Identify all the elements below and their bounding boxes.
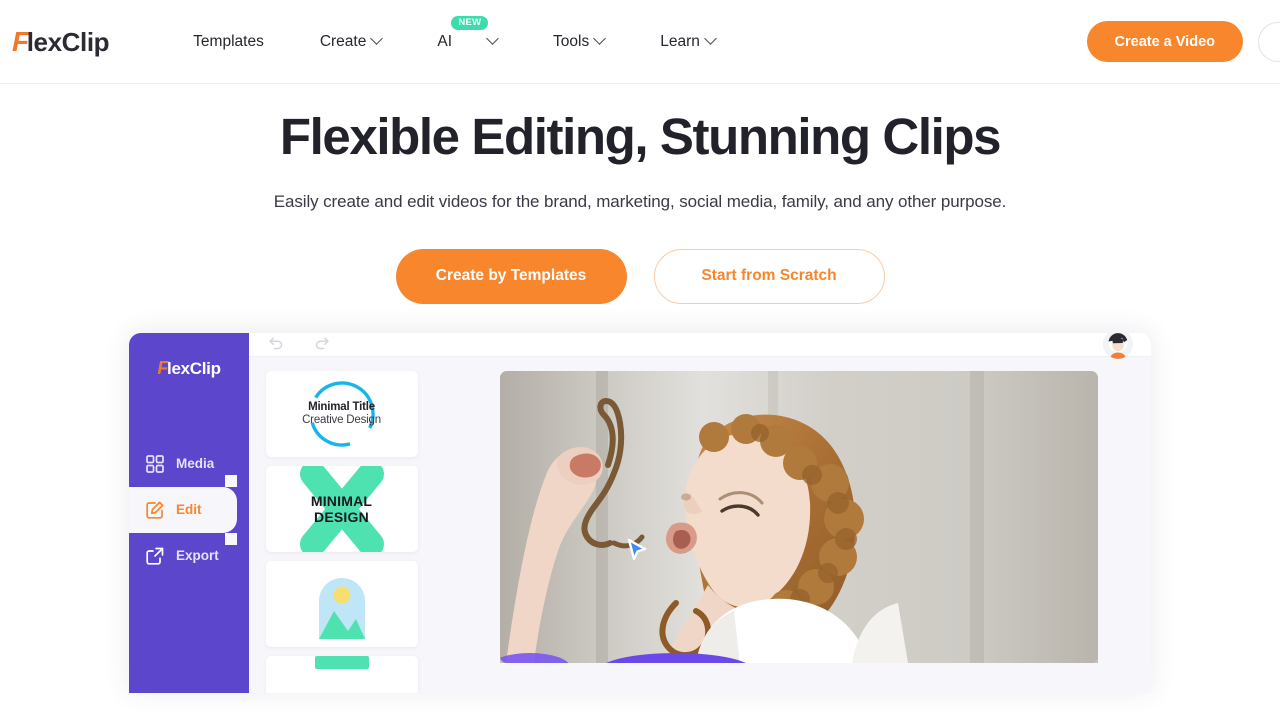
- nav-label: Tools: [553, 32, 590, 50]
- sidebar-item-edit[interactable]: Edit: [129, 474, 237, 545]
- account-avatar[interactable]: [1258, 21, 1280, 62]
- editor-toolbar: [249, 332, 1151, 360]
- new-badge: NEW: [451, 15, 489, 30]
- sidebar-item-export[interactable]: Export: [129, 533, 249, 579]
- template-thumbnail[interactable]: [265, 655, 418, 693]
- logo-wordmark: lexClip: [26, 26, 110, 57]
- page-title: Flexible Editing, Stunning Clips: [279, 108, 1002, 165]
- redo-icon[interactable]: [313, 333, 331, 356]
- editor-logo: F lexClip: [129, 358, 249, 379]
- template-title-line1: MINIMAL: [310, 492, 373, 509]
- editor-user-avatar[interactable]: [1103, 332, 1133, 360]
- nav-label: AI: [437, 32, 453, 50]
- sidebar-item-label: Export: [176, 548, 219, 564]
- editor-sidebar: F lexClip Media Edit Export: [129, 332, 249, 693]
- undo-icon[interactable]: [267, 333, 285, 356]
- nav-item-create[interactable]: Create: [292, 23, 410, 61]
- pencil-square-icon: [145, 500, 165, 520]
- video-preview-frame: [499, 370, 1098, 663]
- hero-section: Flexible Editing, Stunning Clips Easily …: [0, 84, 1280, 304]
- chevron-down-icon: [486, 32, 499, 45]
- nav-label: Templates: [193, 32, 264, 50]
- nav-item-tools[interactable]: Tools: [525, 23, 632, 61]
- main-navigation: Templates Create AI NEW Tools Learn: [165, 15, 743, 61]
- start-from-scratch-button[interactable]: Start from Scratch: [653, 248, 885, 304]
- template-title-line2: DESIGN: [314, 508, 369, 525]
- pointer-cursor: [627, 538, 646, 560]
- chevron-down-icon: [370, 32, 384, 45]
- nav-item-templates[interactable]: Templates: [165, 23, 292, 61]
- nav-label: Create: [319, 32, 367, 50]
- template-list: Minimal Title Creative Design MINIMAL DE…: [249, 370, 434, 693]
- export-icon: [145, 546, 165, 566]
- editor-sidebar-nav: Media Edit Export: [129, 441, 249, 579]
- editor-logo-wordmark: lexClip: [167, 358, 221, 378]
- template-title-line2: Creative Design: [302, 414, 381, 427]
- nav-item-ai[interactable]: AI NEW: [409, 15, 525, 61]
- create-a-video-button[interactable]: Create a Video: [1086, 21, 1243, 62]
- template-thumbnail[interactable]: [265, 560, 418, 647]
- editor-preview-mockup: F lexClip Media Edit Export Minimal Titl…: [129, 332, 1151, 693]
- image-placeholder-icon: [318, 577, 365, 639]
- editor-body: Minimal Title Creative Design MINIMAL DE…: [249, 357, 1151, 693]
- site-header: F lexClip Templates Create AI NEW Tools …: [0, 0, 1280, 84]
- template-thumbnail[interactable]: MINIMAL DESIGN: [265, 465, 418, 552]
- flexclip-logo[interactable]: F lexClip: [12, 26, 110, 58]
- template-thumbnail[interactable]: Minimal Title Creative Design: [265, 370, 418, 457]
- template-title-line1: Minimal Title: [308, 401, 375, 414]
- editor-workspace: Minimal Title Creative Design MINIMAL DE…: [249, 332, 1151, 693]
- sidebar-item-label: Edit: [176, 502, 202, 518]
- hero-subtitle: Easily create and edit videos for the br…: [273, 191, 1007, 211]
- create-by-templates-button[interactable]: Create by Templates: [395, 248, 627, 304]
- nav-item-learn[interactable]: Learn: [632, 23, 743, 61]
- hero-cta-row: Create by Templates Start from Scratch: [0, 248, 1280, 304]
- editor-canvas: [434, 370, 1151, 693]
- nav-label: Learn: [660, 32, 700, 50]
- chevron-down-icon: [593, 32, 607, 45]
- partial-template-graphic: [314, 655, 369, 669]
- video-preview[interactable]: [499, 370, 1098, 663]
- grid-icon: [145, 454, 165, 474]
- chevron-down-icon: [703, 32, 717, 45]
- header-actions: Create a Video: [1086, 0, 1280, 83]
- sidebar-item-label: Media: [176, 456, 215, 472]
